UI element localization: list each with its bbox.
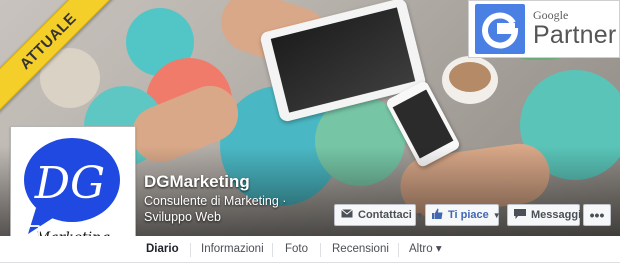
tab-divider — [320, 243, 321, 257]
thumbs-up-icon — [432, 208, 443, 222]
partner-google-text: Google — [533, 8, 569, 22]
tab-informazioni[interactable]: Informazioni — [201, 236, 264, 263]
caret-down-icon: ▼ — [492, 210, 501, 220]
profile-picture[interactable]: DG Marketing — [10, 126, 136, 252]
facebook-page-header: ATTUALE Google Partner DG Marketing DGMa… — [0, 0, 620, 263]
tab-foto[interactable]: Foto — [285, 236, 308, 263]
tab-diario[interactable]: Diario — [146, 236, 179, 263]
tab-divider — [272, 243, 273, 257]
tab-altro[interactable]: Altro ▾ — [409, 236, 442, 263]
tab-divider — [398, 243, 399, 257]
tab-recensioni[interactable]: Recensioni — [332, 236, 389, 263]
tab-divider — [190, 243, 191, 257]
like-button-label: Ti piace — [448, 209, 489, 221]
more-options-label: ••• — [589, 207, 605, 223]
ribbon-label: ATTUALE — [0, 0, 120, 116]
page-category: Consulente di Marketing · Sviluppo Web — [144, 194, 287, 224]
coffee-cup — [442, 56, 498, 104]
ribbon-corner: ATTUALE — [0, 0, 120, 120]
message-icon — [514, 208, 526, 222]
envelope-icon — [341, 209, 353, 221]
partner-word-text: Partner — [533, 21, 617, 49]
page-title[interactable]: DGMarketing — [144, 172, 250, 192]
message-button-label: Messaggio — [531, 209, 588, 221]
more-options-button[interactable]: ••• — [583, 204, 611, 226]
camera-icon[interactable] — [26, 225, 40, 236]
page-tabs: Diario Informazioni Foto Recensioni Altr… — [0, 236, 620, 263]
caret-down-icon: ▼ — [415, 210, 424, 220]
profile-monogram: DG — [34, 158, 105, 209]
contact-button[interactable]: Contattaci ▼ — [334, 204, 424, 226]
like-button[interactable]: Ti piace ▼ — [425, 204, 501, 226]
google-partner-badge[interactable]: Google Partner — [468, 0, 620, 58]
google-g-icon — [475, 4, 525, 54]
message-button[interactable]: Messaggio — [507, 204, 588, 226]
contact-button-label: Contattaci — [358, 209, 412, 221]
